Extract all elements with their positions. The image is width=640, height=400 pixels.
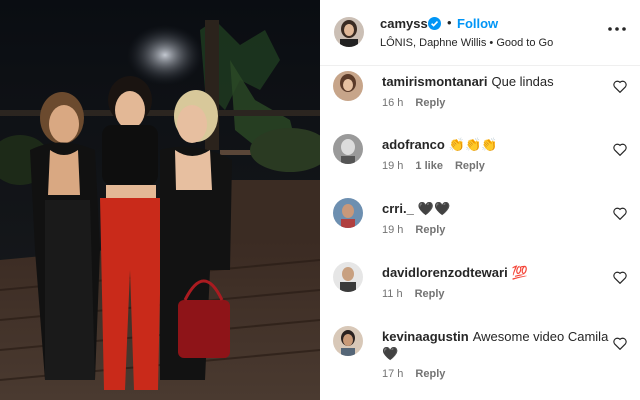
more-options-icon[interactable] <box>605 19 629 39</box>
commenter-avatar[interactable] <box>333 134 363 164</box>
post-media[interactable] <box>0 0 320 400</box>
comment-time[interactable]: 17 h <box>382 368 403 380</box>
comment-time[interactable]: 11 h <box>382 288 403 300</box>
reply-button[interactable]: Reply <box>415 97 445 109</box>
heart-icon[interactable] <box>613 271 627 284</box>
comment-item: tamirismontanari Que lindas 16 h Reply <box>320 67 640 127</box>
comment-body: 🖤🖤 <box>417 201 451 216</box>
commenter-avatar[interactable] <box>333 262 363 292</box>
comment-text: kevinaagustin Awesome video Camila 🖤 <box>382 328 612 362</box>
comment-text: davidlorenzodtewari 💯 <box>382 264 612 281</box>
reply-button[interactable]: Reply <box>415 224 445 236</box>
comment-meta: 19 h 1 like Reply <box>382 160 497 172</box>
reply-button[interactable]: Reply <box>415 288 445 300</box>
reply-button[interactable]: Reply <box>455 160 485 172</box>
comment-meta: 19 h Reply <box>382 224 457 236</box>
author-username[interactable]: camyss <box>380 16 428 31</box>
comment-item: davidlorenzodtewari 💯 11 h Reply <box>320 258 640 318</box>
post-details-panel: camyss • Follow LÔNIS, Daphne Willis • G… <box>320 0 640 400</box>
commenter-avatar[interactable] <box>333 326 363 356</box>
comment-meta: 16 h Reply <box>382 97 457 109</box>
comment-meta: 17 h Reply <box>382 368 457 380</box>
post-header: camyss • Follow LÔNIS, Daphne Willis • G… <box>320 0 640 66</box>
heart-icon[interactable] <box>613 80 627 93</box>
audio-info[interactable]: LÔNIS, Daphne Willis • Good to Go <box>380 37 553 49</box>
heart-icon[interactable] <box>613 207 627 220</box>
comment-username[interactable]: kevinaagustin <box>382 329 469 344</box>
commenter-avatar[interactable] <box>333 198 363 228</box>
comment-username[interactable]: adofranco <box>382 137 445 152</box>
post-photo <box>0 0 320 400</box>
separator-dot: • <box>447 15 452 30</box>
comment-body: 👏👏👏 <box>448 137 498 152</box>
heart-icon[interactable] <box>613 143 627 156</box>
comment-item: kevinaagustin Awesome video Camila 🖤 17 h… <box>320 322 640 382</box>
reply-button[interactable]: Reply <box>415 368 445 380</box>
author-avatar[interactable] <box>334 17 364 47</box>
follow-button[interactable]: Follow <box>457 16 498 31</box>
comment-username[interactable]: crri._ <box>382 201 414 216</box>
comment-username[interactable]: davidlorenzodtewari <box>382 265 508 280</box>
comment-item: crri._ 🖤🖤 19 h Reply <box>320 194 640 254</box>
comment-likes[interactable]: 1 like <box>415 160 443 172</box>
comment-meta: 11 h Reply <box>382 288 457 300</box>
comment-body: Que lindas <box>491 74 554 89</box>
comment-time[interactable]: 16 h <box>382 97 403 109</box>
comment-text: crri._ 🖤🖤 <box>382 200 612 217</box>
comment-text: tamirismontanari Que lindas <box>382 73 612 90</box>
comment-username[interactable]: tamirismontanari <box>382 74 487 89</box>
comment-body: 💯 <box>511 265 528 280</box>
commenter-avatar[interactable] <box>333 71 363 101</box>
comment-text: adofranco 👏👏👏 <box>382 136 612 153</box>
verified-badge-icon <box>428 17 441 30</box>
heart-icon[interactable] <box>613 337 627 350</box>
comment-item: adofranco 👏👏👏 19 h 1 like Reply <box>320 130 640 190</box>
comment-time[interactable]: 19 h <box>382 224 403 236</box>
comment-time[interactable]: 19 h <box>382 160 403 172</box>
